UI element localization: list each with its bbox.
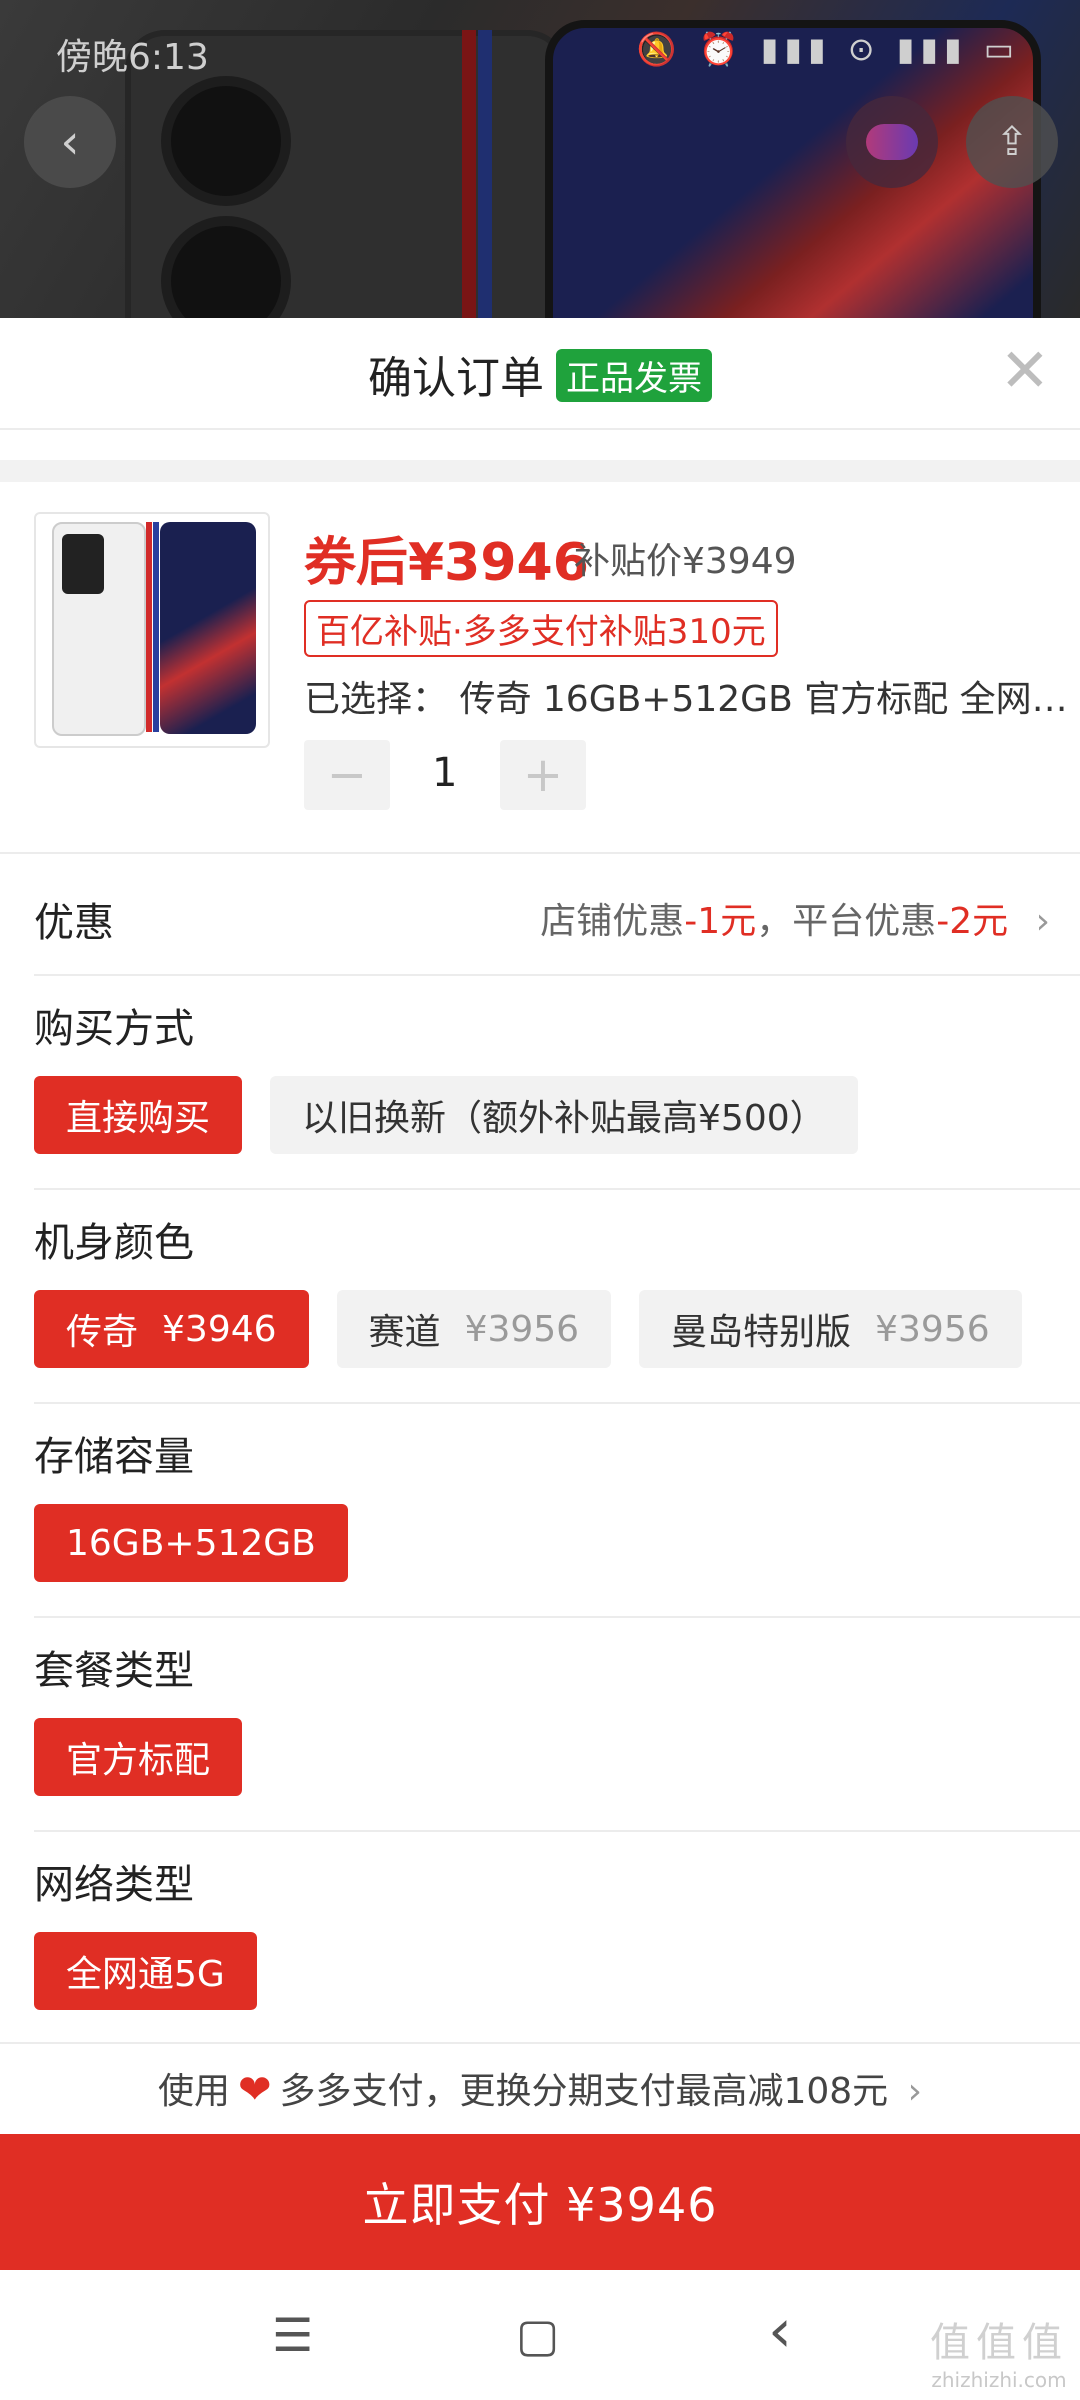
chip-color-isle-of-man[interactable]: 曼岛特别版 ¥3956 [639,1290,1022,1368]
back-icon[interactable]: ‹ [768,2296,792,2366]
chip-network[interactable]: 全网通5G [34,1932,257,2010]
favorite-button[interactable] [846,96,938,188]
option-storage: 存储容量 16GB+512GB [34,1404,1080,1618]
quantity-value[interactable]: 1 [432,750,457,796]
promo-separator: ， [756,901,793,942]
chip-color-track[interactable]: 赛道 ¥3956 [336,1290,612,1368]
chip-direct-buy[interactable]: 直接购买 [34,1076,243,1154]
chip-storage[interactable]: 16GB+512GB [34,1504,348,1582]
title-text: 确认订单 [368,353,544,404]
chip-price: ¥3956 [875,1308,990,1350]
thumb-phone-front [160,522,256,734]
share-button[interactable]: ⇪ [966,96,1058,188]
sheet-header: 确认订单 正品发票 ✕ [0,318,1080,430]
option-title: 机身颜色 [34,1220,194,1266]
platform-promo-text: 平台优惠 [792,901,937,942]
watermark-url: zhizhizhi.com [931,2368,1067,2392]
promo-label: 优惠 [34,900,114,946]
chip-package[interactable]: 官方标配 [34,1718,243,1796]
status-icons: 🔕 ⏰ ▮▮▮ ⊙ ▮▮▮ ▭ [636,30,1020,68]
watermark: 值值值 zhizhizhi.com [930,2310,1068,2392]
tip-prefix: 使用 [157,2071,230,2112]
chip-label: 曼岛特别版 [671,1312,852,1353]
pay-now-button[interactable]: 立即支付 ¥3946 [0,2134,1080,2270]
invoice-badge: 正品发票 [556,349,712,402]
tip-text: 多多支付，更换分期支付最高减108元 [279,2071,889,2112]
subsidy-tag: 百亿补贴·多多支付补贴310元 [304,600,778,657]
option-color: 机身颜色 传奇 ¥3946 赛道 ¥3956 曼岛特别版 ¥3956 [34,1190,1080,1404]
subsidy-price: 补贴价¥3949 [574,541,797,582]
status-bar: 傍晚6:13 🔕 ⏰ ▮▮▮ ⊙ ▮▮▮ ▭ [0,0,1080,100]
system-nav-bar: ☰ ▢ ‹ 值值值 zhizhizhi.com [0,2270,1080,2400]
thumb-phone-back [52,522,146,736]
thumb-camera [62,534,104,594]
heart-icon: ❤ [237,2067,272,2113]
option-title: 套餐类型 [34,1648,194,1694]
close-icon[interactable]: ✕ [1000,336,1050,406]
promo-value: 店铺优惠-1元，平台优惠-2元 › [540,892,1050,944]
menu-icon[interactable]: ☰ [272,2308,313,2362]
chip-label: 赛道 [368,1312,441,1353]
chip-trade-in[interactable]: 以旧换新（额外补贴最高¥500） [270,1076,858,1154]
shop-promo-value: -1元 [684,901,757,942]
thumb-stripe [146,522,152,732]
promo-row[interactable]: 优惠 店铺优惠-1元，平台优惠-2元 › [34,854,1080,976]
option-purchase-method: 购买方式 直接购买 以旧换新（额外补贴最高¥500） [34,976,1080,1190]
selected-spec: 已选择： 传奇 16GB+512GB 官方标配 全网… [304,679,1068,720]
option-title: 存储容量 [34,1434,194,1480]
chip-color-legend[interactable]: 传奇 ¥3946 [34,1290,309,1368]
chevron-right-icon: › [907,2071,923,2112]
shop-promo-text: 店铺优惠 [540,901,685,942]
option-title: 网络类型 [34,1862,194,1908]
chevron-right-icon: › [1035,901,1050,942]
divider [0,460,1080,482]
camera-lens [161,216,291,318]
chevron-left-icon: ‹ [60,114,80,170]
product-summary: 券后¥3946 补贴价¥3949 百亿补贴·多多支付补贴310元 已选择： 传奇… [0,482,1080,854]
option-title: 购买方式 [34,1006,194,1052]
option-network: 网络类型 全网通5G [34,1832,1080,2044]
back-button[interactable]: ‹ [24,96,116,188]
thumb-stripe [153,522,159,732]
product-thumbnail[interactable] [34,512,270,748]
decrease-button[interactable]: − [304,740,390,810]
installment-tip[interactable]: 使用 ❤ 多多支付，更换分期支付最高减108元 › [0,2042,1080,2136]
coupon-price: 券后¥3946 [304,533,589,593]
platform-promo-value: -2元 [936,901,1009,942]
option-package: 套餐类型 官方标配 [34,1618,1080,1832]
chip-price: ¥3946 [162,1308,277,1350]
increase-button[interactable]: + [500,740,586,810]
watermark-logo: 值值值 [930,2320,1068,2366]
chip-label: 传奇 [66,1312,139,1353]
status-time: 傍晚6:13 [56,37,209,78]
chip-price: ¥3956 [464,1308,580,1350]
home-icon[interactable]: ▢ [516,2308,559,2362]
dual-circle-icon [866,124,918,160]
page-title: 确认订单 正品发票 [0,342,1080,406]
share-icon: ⇪ [995,119,1029,165]
